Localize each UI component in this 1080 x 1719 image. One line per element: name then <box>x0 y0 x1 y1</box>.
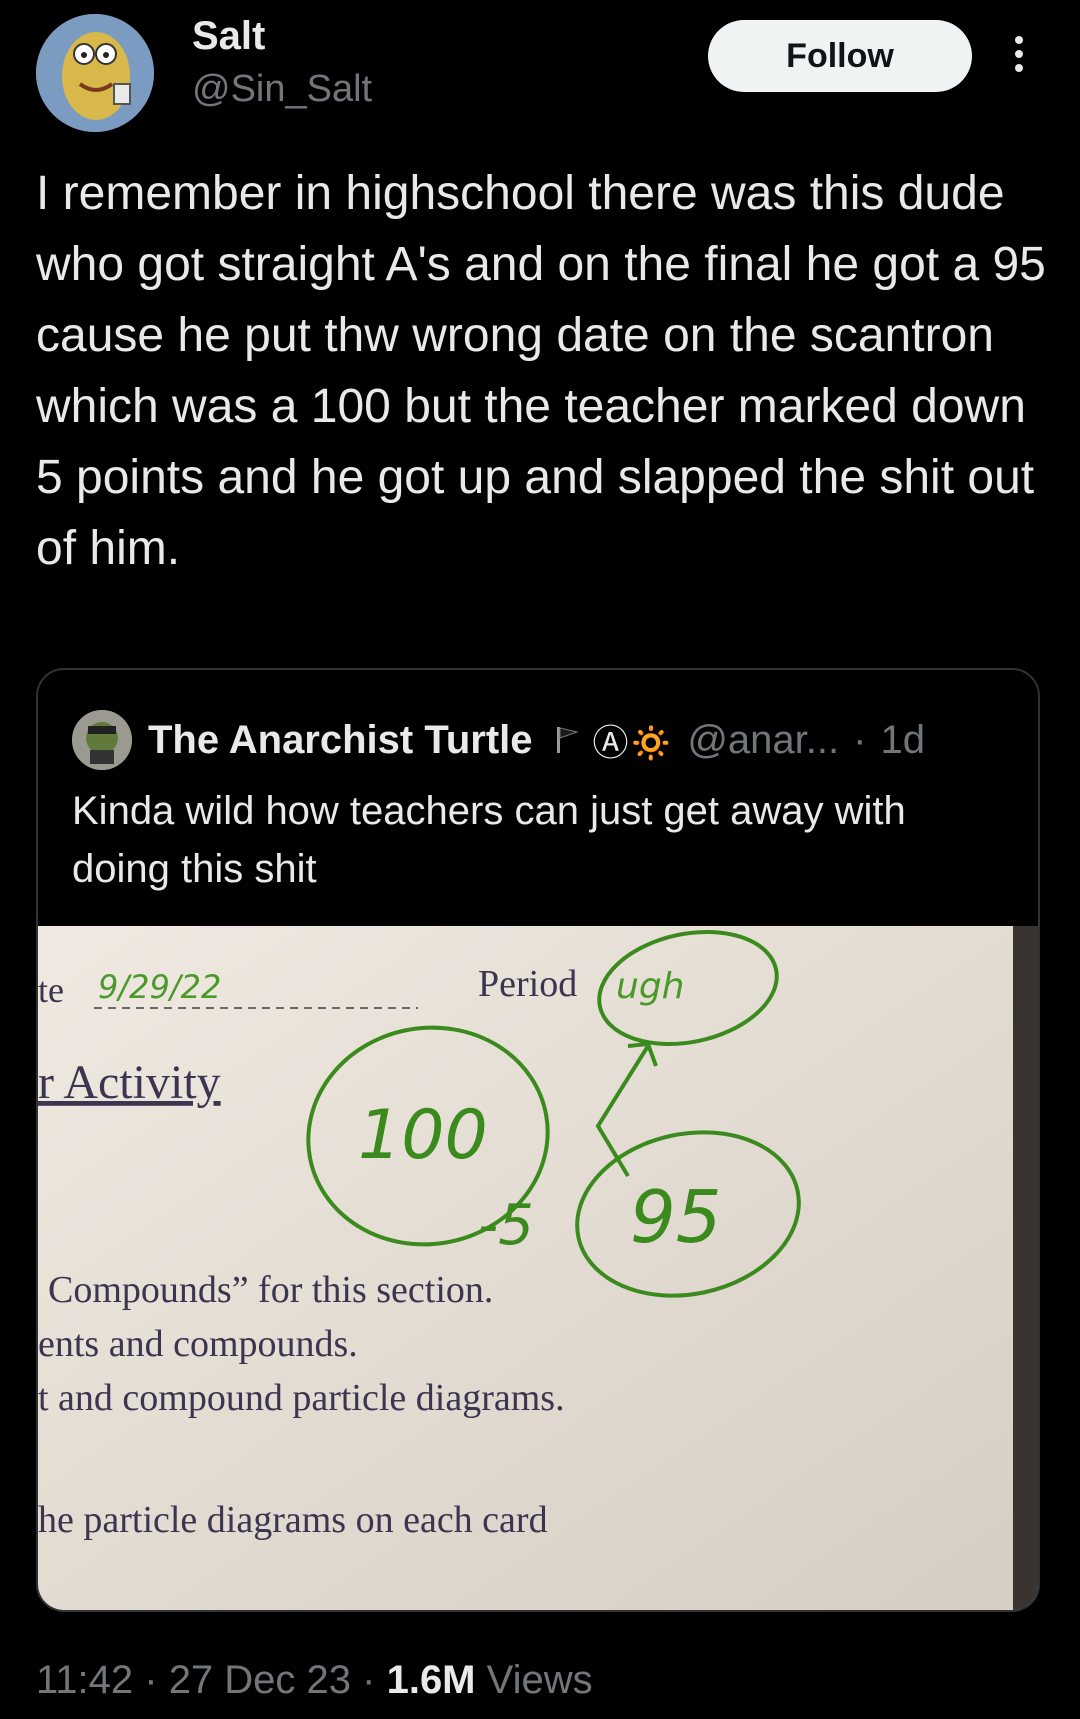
quote-time[interactable]: 1d <box>880 718 925 763</box>
quote-avatar[interactable] <box>72 710 132 770</box>
final-score: 95 <box>630 1175 722 1259</box>
quote-text: Kinda wild how teachers can just get awa… <box>72 789 906 891</box>
tweet-meta: 11:42 · 27 Dec 23 · 1.6M Views <box>36 1658 593 1703</box>
period-label: Period <box>478 963 577 1005</box>
quote-separator: · <box>853 717 867 762</box>
views-count: 1.6M <box>386 1658 476 1702</box>
meta-separator: · <box>351 1658 387 1702</box>
point-deduction: -5 <box>478 1193 534 1258</box>
tweet-time[interactable]: 11:42 <box>36 1658 133 1702</box>
worksheet-line-2: ents and compounds. <box>38 1323 358 1365</box>
quoted-tweet[interactable]: The Anarchist Turtle Ⓐ🔅 @anar... · 1d Ki… <box>36 668 1040 1612</box>
worksheet-photo: te Period r Activity Compounds” for this… <box>38 926 1038 1610</box>
more-options-icon[interactable] <box>1008 36 1030 80</box>
handwritten-period: ugh <box>616 966 684 1007</box>
original-score: 100 <box>358 1096 488 1175</box>
tweet-text: I remember in highschool there was this … <box>36 167 1060 575</box>
follow-button[interactable]: Follow <box>708 20 972 92</box>
quote-photo[interactable]: te Period r Activity Compounds” for this… <box>38 926 1038 1610</box>
quote-emoji: Ⓐ🔅 <box>592 722 674 763</box>
turtle-avatar-icon <box>72 710 132 770</box>
author-handle[interactable]: @Sin_Salt <box>192 68 372 111</box>
author-avatar[interactable] <box>36 14 154 132</box>
meta-separator: · <box>133 1658 169 1702</box>
flag-icon <box>556 727 579 753</box>
tweet-date[interactable]: 27 Dec 23 <box>169 1658 351 1702</box>
quote-author-name[interactable]: The Anarchist Turtle <box>148 718 533 763</box>
author-name[interactable]: Salt <box>192 14 265 59</box>
worksheet-line-3: t and compound particle diagrams. <box>38 1377 565 1419</box>
handwritten-date: 9/29/22 <box>98 968 221 1006</box>
worksheet-line-4: he particle diagrams on each card <box>38 1499 548 1541</box>
date-label: te <box>38 970 64 1010</box>
views-label: Views <box>475 1658 593 1702</box>
avatar-icon <box>36 14 154 132</box>
activity-heading: r Activity <box>38 1056 221 1109</box>
worksheet-line-1: Compounds” for this section. <box>48 1269 493 1311</box>
quote-header: The Anarchist Turtle Ⓐ🔅 @anar... · 1d <box>148 710 925 770</box>
quote-author-handle[interactable]: @anar... <box>687 718 839 763</box>
